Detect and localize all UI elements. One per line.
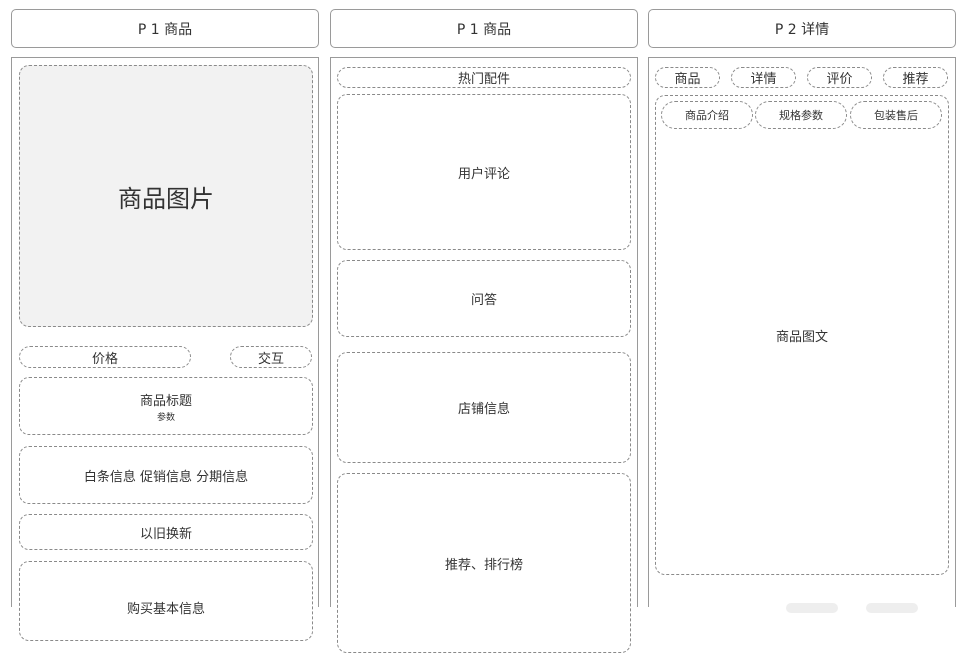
price-pill: 价格 (19, 346, 191, 368)
tab-reviews-label: 评价 (826, 72, 853, 87)
tab-product-label: 商品 (674, 72, 701, 87)
product-title-block: 商品标题 参数 (19, 377, 313, 435)
purchase-info-label: 购买基本信息 (126, 602, 205, 617)
trade-in-label: 以旧换新 (139, 526, 192, 542)
product-image-block: 商品图片 (19, 65, 313, 327)
shop-info-block: 店铺信息 (337, 352, 631, 463)
subtab-product-intro-label: 商品介绍 (685, 109, 729, 122)
user-reviews-block: 用户评论 (337, 94, 631, 250)
product-rich-content-label: 商品图文 (775, 329, 828, 345)
purchase-info-block: 购买基本信息 (19, 561, 313, 641)
column-1-header-label: P 1 商品 (137, 21, 193, 38)
qa-block: 问答 (337, 260, 631, 337)
product-params-label: 参数 (156, 412, 175, 423)
subtab-product-intro[interactable]: 商品介绍 (661, 101, 753, 129)
qa-label: 问答 (470, 293, 497, 308)
ranking-block: 推荐、排行榜 (337, 473, 631, 653)
column-2-header-label: P 1 商品 (456, 21, 512, 38)
price-label: 价格 (91, 351, 118, 367)
cut-off-element (786, 603, 838, 613)
column-3-header-label: P 2 详情 (774, 21, 830, 38)
subtab-specs[interactable]: 规格参数 (755, 101, 847, 129)
interact-pill: 交互 (230, 346, 312, 368)
promo-info-label: 白条信息 促销信息 分期信息 (83, 469, 249, 485)
tab-recommend[interactable]: 推荐 (883, 67, 948, 88)
tab-details[interactable]: 详情 (731, 67, 796, 88)
product-rich-content-block: 商品图文 (655, 95, 949, 575)
product-image-label: 商品图片 (118, 184, 214, 213)
column-2-header: P 1 商品 (330, 9, 638, 48)
interact-label: 交互 (257, 351, 284, 367)
cut-off-element (866, 603, 918, 613)
subtab-specs-label: 规格参数 (779, 109, 823, 122)
hot-accessories-pill: 热门配件 (337, 67, 631, 88)
tab-reviews[interactable]: 评价 (807, 67, 872, 88)
ranking-label: 推荐、排行榜 (444, 558, 523, 573)
subtab-packaging-service[interactable]: 包装售后 (850, 101, 942, 129)
product-title-label: 商品标题 (139, 393, 192, 409)
promo-info-block: 白条信息 促销信息 分期信息 (19, 446, 313, 504)
subtab-packaging-service-label: 包装售后 (874, 109, 918, 122)
user-reviews-label: 用户评论 (457, 166, 510, 182)
hot-accessories-label: 热门配件 (457, 72, 510, 87)
trade-in-block: 以旧换新 (19, 514, 313, 550)
tab-recommend-label: 推荐 (902, 72, 929, 87)
tab-details-label: 详情 (750, 72, 777, 87)
column-3-header: P 2 详情 (648, 9, 956, 48)
column-1-header: P 1 商品 (11, 9, 319, 48)
tab-product[interactable]: 商品 (655, 67, 720, 88)
shop-info-label: 店铺信息 (457, 402, 510, 417)
